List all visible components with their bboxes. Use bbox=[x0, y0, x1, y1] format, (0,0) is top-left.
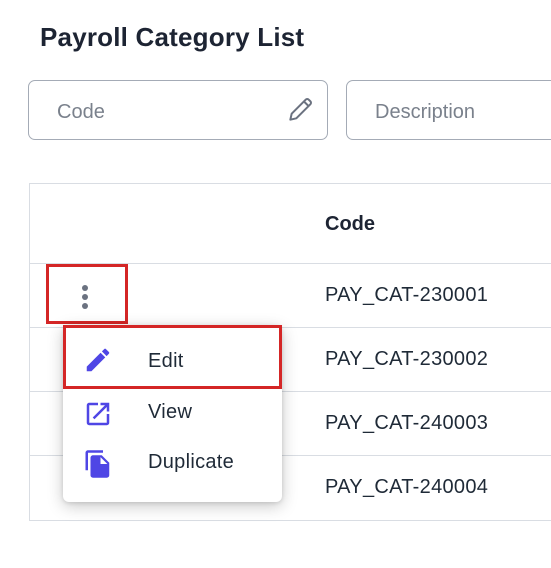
menu-item-duplicate[interactable]: Duplicate bbox=[63, 437, 282, 487]
table-header-row: Code bbox=[30, 184, 551, 264]
column-header-code[interactable]: Code bbox=[325, 213, 375, 236]
menu-item-edit[interactable]: Edit bbox=[63, 325, 282, 389]
cell-code: PAY_CAT-230001 bbox=[325, 284, 489, 306]
code-filter-field[interactable] bbox=[28, 80, 328, 140]
description-filter-field[interactable] bbox=[346, 80, 551, 140]
kebab-menu-icon bbox=[81, 285, 89, 311]
menu-item-label: View bbox=[148, 401, 193, 423]
pencil-icon bbox=[86, 348, 110, 372]
page-title: Payroll Category List bbox=[40, 22, 305, 52]
cell-code: PAY_CAT-240003 bbox=[325, 412, 489, 434]
cell-code: PAY_CAT-230002 bbox=[325, 348, 489, 370]
menu-item-label: Edit bbox=[148, 350, 184, 372]
code-filter-input[interactable] bbox=[57, 98, 287, 126]
row-actions-menu: Edit View Duplicate bbox=[63, 325, 282, 502]
description-filter-input[interactable] bbox=[375, 98, 551, 126]
pencil-icon[interactable] bbox=[285, 93, 317, 125]
open-in-new-icon bbox=[86, 402, 110, 426]
menu-item-label: Duplicate bbox=[148, 451, 235, 473]
cell-code: PAY_CAT-240004 bbox=[325, 476, 489, 498]
row-actions-button[interactable] bbox=[46, 264, 128, 324]
menu-item-view[interactable]: View bbox=[63, 387, 282, 437]
copy-icon bbox=[85, 450, 110, 478]
